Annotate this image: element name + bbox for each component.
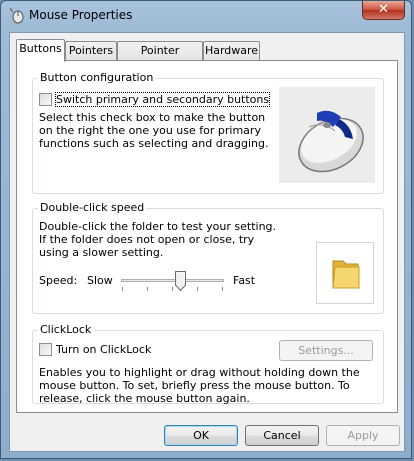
speed-label: Speed: (39, 274, 78, 287)
group-title: Button configuration (38, 71, 156, 84)
tab-panel-buttons: Button configuration Switch primary and … (16, 60, 398, 413)
test-folder-area[interactable] (316, 242, 374, 304)
clicklock-settings-button[interactable]: Settings... (279, 340, 373, 361)
clicklock-checkbox[interactable] (39, 343, 52, 356)
cancel-label: Cancel (263, 429, 301, 442)
slider-thumb[interactable] (175, 271, 186, 291)
tab-pointer-options[interactable]: Pointer Options (117, 41, 203, 75)
mouse-properties-window: Mouse Properties ✕ Buttons Pointers Poin… (0, 0, 412, 459)
slider-tick (147, 287, 148, 291)
dialog-client-area: Buttons Pointers Pointer Options Hardwar… (9, 32, 405, 452)
switch-buttons-checkbox[interactable] (39, 93, 52, 106)
slider-tick (197, 287, 198, 291)
double-click-description: Double-click the folder to test your set… (39, 220, 277, 259)
slider-tick (122, 287, 123, 291)
clicklock-label[interactable]: Turn on ClickLock (56, 343, 151, 356)
double-click-speed-slider[interactable] (121, 269, 224, 293)
group-title: Double-click speed (38, 201, 147, 214)
mouse-icon (10, 8, 24, 24)
fast-label: Fast (233, 274, 256, 287)
tab-pointers[interactable]: Pointers (65, 41, 117, 60)
switch-buttons-label[interactable]: Switch primary and secondary buttons (54, 92, 271, 107)
mouse-illustration (279, 87, 375, 183)
ok-button[interactable]: OK (164, 425, 238, 446)
slider-track (121, 279, 224, 282)
tab-label: Hardware (204, 44, 259, 57)
cancel-button[interactable]: Cancel (245, 425, 319, 446)
double-click-speed-group: Double-click speed Double-click the fold… (32, 201, 384, 314)
apply-label: Apply (347, 429, 379, 442)
title-bar[interactable]: Mouse Properties ✕ (1, 1, 411, 31)
tab-buttons[interactable]: Buttons (16, 39, 65, 62)
button-configuration-group: Button configuration Switch primary and … (32, 71, 384, 194)
ok-label: OK (193, 429, 209, 442)
slider-tick (222, 287, 223, 291)
close-icon: ✕ (378, 2, 389, 17)
clicklock-description: Enables you to highlight or drag without… (39, 366, 360, 405)
settings-button-label: Settings... (298, 344, 354, 357)
tab-label: Pointers (68, 44, 114, 57)
close-button[interactable]: ✕ (362, 1, 405, 20)
button-config-description: Select this check box to make the button… (39, 111, 269, 150)
tab-hardware[interactable]: Hardware (203, 41, 260, 60)
apply-button[interactable]: Apply (326, 425, 400, 446)
group-title: ClickLock (38, 323, 94, 336)
clicklock-group: ClickLock Turn on ClickLock Settings... … (32, 323, 384, 405)
slow-label: Slow (87, 274, 113, 287)
window-title: Mouse Properties (29, 8, 133, 22)
tab-label: Buttons (19, 42, 62, 55)
folder-icon[interactable] (331, 257, 361, 291)
slider-tick (172, 287, 173, 291)
